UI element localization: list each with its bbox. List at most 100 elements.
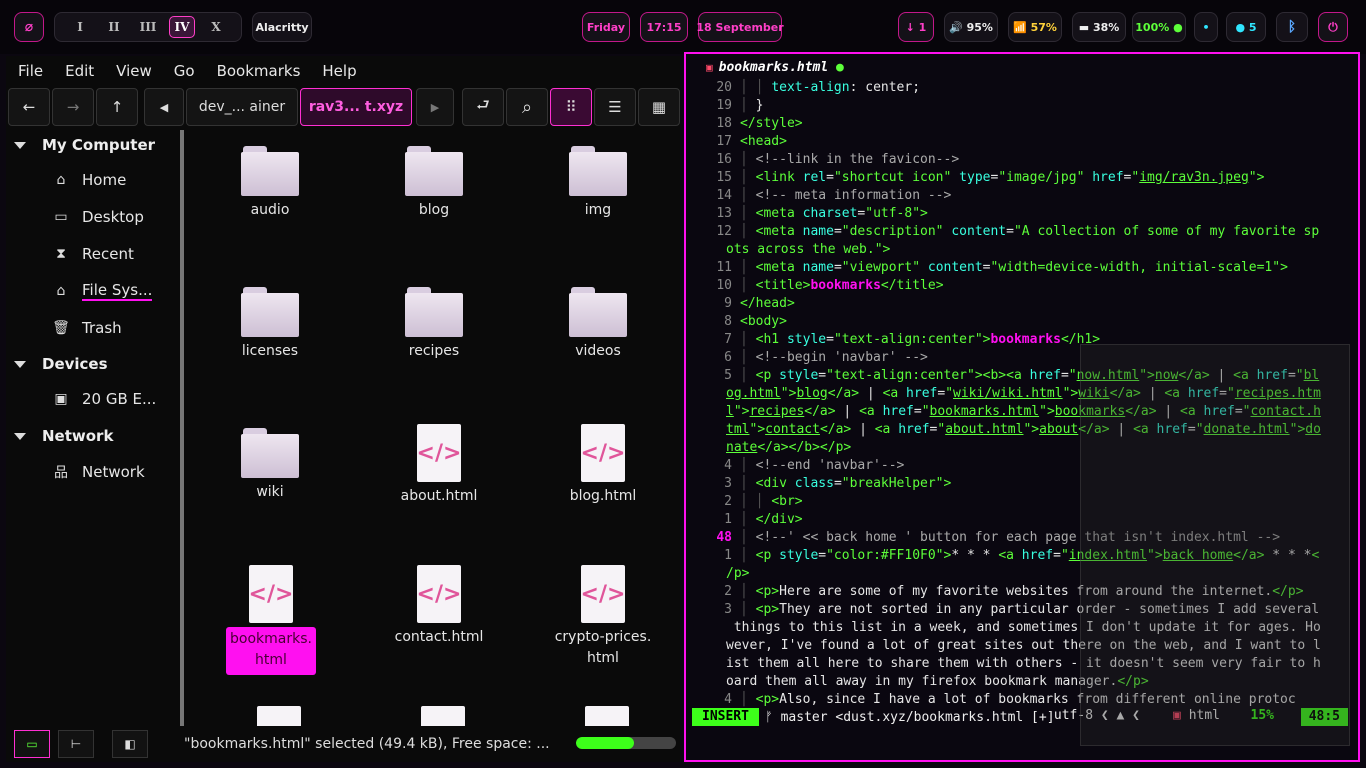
code-line[interactable]: ots across the web."> bbox=[726, 242, 890, 257]
file-bookmarks-html[interactable]: </> bookmarks. html bbox=[226, 565, 316, 675]
sidebar-item-home[interactable]: ⌂ Home bbox=[52, 165, 127, 195]
search-button[interactable]: ⌕ bbox=[506, 88, 548, 126]
menu-bookmarks[interactable]: Bookmarks bbox=[217, 62, 301, 80]
code-line[interactable]: │ │ <br> bbox=[740, 494, 803, 509]
show-tree-button[interactable]: ⊢ bbox=[58, 730, 94, 758]
code-line[interactable]: │ <h1 style="text-align:center">bookmark… bbox=[740, 332, 1100, 347]
code-line[interactable]: /p> bbox=[726, 566, 749, 581]
updates-indicator[interactable]: ↓ 1 bbox=[898, 12, 934, 42]
file-contact-html[interactable]: </> contact.html bbox=[391, 565, 487, 648]
modified-dot: ● bbox=[836, 60, 844, 75]
file-partial-1[interactable] bbox=[231, 706, 327, 726]
sidebar-item-trash[interactable]: 🗑 Trash bbox=[52, 313, 122, 343]
hide-sidebar-button[interactable]: ◧ bbox=[112, 730, 148, 758]
date-label[interactable]: 18 September bbox=[696, 12, 784, 42]
forward-button[interactable]: → bbox=[52, 88, 94, 126]
volume-indicator[interactable]: 🔊 95% bbox=[944, 12, 998, 42]
workspace-x[interactable]: X bbox=[203, 16, 229, 38]
icon-view-button[interactable]: ⠿ bbox=[550, 88, 592, 126]
code-line[interactable]: <head> bbox=[740, 134, 787, 149]
location-toggle-button[interactable]: ⮐ bbox=[462, 88, 504, 126]
line-number: 13 bbox=[716, 206, 732, 221]
breadcrumb-dev-container[interactable]: dev_... ainer bbox=[186, 88, 298, 126]
code-line[interactable]: │ <!--begin 'navbar' --> bbox=[740, 350, 928, 365]
show-places-button[interactable]: ▭ bbox=[14, 730, 50, 758]
code-line[interactable]: │ } bbox=[740, 98, 763, 113]
hourglass-icon: ⧗ bbox=[56, 246, 66, 262]
compact-view-button[interactable]: ▦ bbox=[638, 88, 680, 126]
list-view-button[interactable]: ☰ bbox=[594, 88, 636, 126]
menu-view[interactable]: View bbox=[116, 62, 152, 80]
list-icon: ☰ bbox=[608, 98, 622, 116]
sidebar-item-network[interactable]: 品 Network bbox=[52, 457, 145, 487]
free-space-bar bbox=[576, 737, 676, 749]
sidebar-item-desktop[interactable]: ▭ Desktop bbox=[52, 202, 144, 232]
sidebar-item-drive[interactable]: ▣ 20 GB E... bbox=[52, 384, 156, 414]
code-line[interactable]: │ <meta charset="utf-8"> bbox=[740, 206, 928, 221]
crumb-prev-button[interactable]: ◀ bbox=[144, 88, 184, 126]
folder-wiki[interactable]: wiki bbox=[222, 428, 318, 503]
file-partial-3[interactable] bbox=[559, 706, 655, 726]
brightness-indicator[interactable]: ▬ 38% bbox=[1072, 12, 1126, 42]
line-number: 2 bbox=[724, 584, 732, 599]
code-line[interactable]: </head> bbox=[740, 296, 795, 311]
code-line[interactable]: │ <title>bookmarks</title> bbox=[740, 278, 944, 293]
folder-videos[interactable]: videos bbox=[550, 287, 646, 362]
code-line[interactable]: │ <!-- meta information --> bbox=[740, 188, 951, 203]
menu-edit[interactable]: Edit bbox=[65, 62, 94, 80]
drive-icon: ⌂ bbox=[56, 283, 66, 299]
sidebar-category-network[interactable]: Network bbox=[6, 421, 113, 451]
notification-count[interactable]: ● 5 bbox=[1226, 12, 1266, 42]
line-number: 48 bbox=[716, 530, 732, 545]
html-file-icon bbox=[421, 706, 465, 726]
breadcrumb-rav3n[interactable]: rav3... t.xyz bbox=[300, 88, 412, 126]
clock[interactable]: 17:15 bbox=[640, 12, 688, 42]
code-line[interactable]: │ <meta name="description" content="A co… bbox=[740, 224, 1319, 239]
buffer-name[interactable]: bookmarks.html bbox=[719, 60, 829, 75]
menu-go[interactable]: Go bbox=[174, 62, 195, 80]
code-line[interactable]: nate</a></b></p> bbox=[726, 440, 851, 455]
file-partial-2[interactable] bbox=[395, 706, 491, 726]
workspace-4[interactable]: IV bbox=[169, 16, 195, 38]
sidebar-splitter[interactable] bbox=[180, 130, 184, 726]
workspace-2[interactable]: II bbox=[101, 16, 127, 38]
folder-img[interactable]: img bbox=[550, 146, 646, 221]
menu-file[interactable]: File bbox=[18, 62, 43, 80]
code-line[interactable]: │ <div class="breakHelper"> bbox=[740, 476, 951, 491]
sidebar: My Computer ⌂ Home ▭ Desktop ⧗ Recent ⌂ File… bbox=[6, 130, 178, 726]
folder-audio[interactable]: audio bbox=[222, 146, 318, 221]
back-button[interactable]: ← bbox=[8, 88, 50, 126]
crumb-next-button[interactable]: ▶ bbox=[416, 88, 454, 126]
code-line[interactable]: │ </div> bbox=[740, 512, 803, 527]
workspace-1[interactable]: I bbox=[67, 16, 93, 38]
menu-help[interactable]: Help bbox=[322, 62, 356, 80]
code-line[interactable]: │ │ text-align: center; bbox=[740, 80, 920, 95]
folder-recipes[interactable]: recipes bbox=[386, 287, 482, 362]
workspace-3[interactable]: III bbox=[135, 16, 161, 38]
sidebar-category-my-computer[interactable]: My Computer bbox=[6, 130, 155, 160]
sidebar-item-filesystem[interactable]: ⌂ File Sys... bbox=[52, 276, 153, 306]
code-line[interactable]: │ <!--link in the favicon--> bbox=[740, 152, 959, 167]
folder-blog[interactable]: blog bbox=[386, 146, 482, 221]
code-line[interactable]: </style> bbox=[740, 116, 803, 131]
sidebar-item-recent[interactable]: ⧗ Recent bbox=[52, 239, 134, 269]
chevron-left-icon: ◀ bbox=[159, 100, 169, 114]
sidebar-category-devices[interactable]: Devices bbox=[6, 349, 108, 379]
file-blog-html[interactable]: </> blog.html bbox=[555, 424, 651, 507]
bluetooth-button[interactable]: ᛒ bbox=[1276, 12, 1308, 42]
code-line[interactable]: │ <meta name="viewport" content="width=d… bbox=[740, 260, 1288, 275]
line-number: 14 bbox=[716, 188, 732, 203]
code-line[interactable]: │ <link rel="shortcut icon" type="image/… bbox=[740, 170, 1264, 185]
file-about-html[interactable]: </> about.html bbox=[391, 424, 487, 507]
code-line[interactable]: │ <!--end 'navbar'--> bbox=[740, 458, 904, 473]
file-crypto-prices-html[interactable]: </> crypto-prices. html bbox=[550, 565, 656, 669]
launcher-button[interactable]: ⌀ bbox=[14, 12, 44, 42]
expander-icon bbox=[14, 360, 26, 368]
power-button[interactable]: ⏻ bbox=[1318, 12, 1348, 42]
folder-licenses[interactable]: licenses bbox=[222, 287, 318, 362]
arrow-up-icon: ↑ bbox=[110, 98, 124, 116]
up-button[interactable]: ↑ bbox=[96, 88, 138, 126]
code-line[interactable]: <body> bbox=[740, 314, 787, 329]
bluetooth-icon: ᛒ bbox=[1287, 19, 1297, 35]
wifi-indicator[interactable]: 📶 57% bbox=[1008, 12, 1062, 42]
